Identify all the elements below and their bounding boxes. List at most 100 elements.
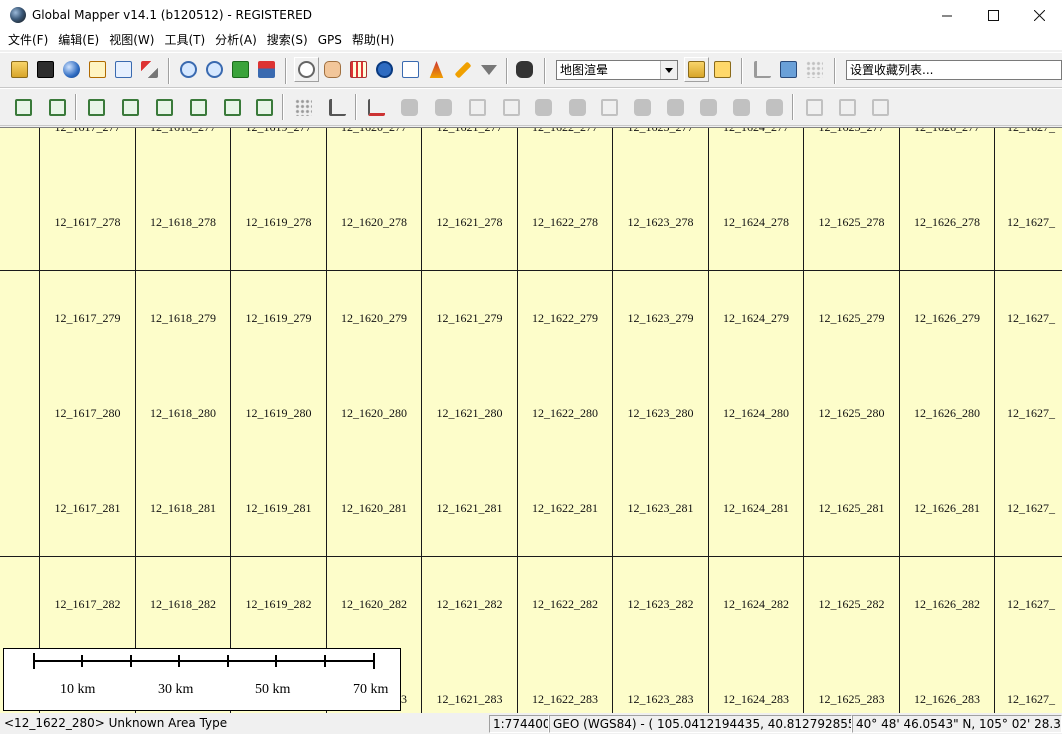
map-tile[interactable]: 12_1624_282 <box>709 557 804 653</box>
map-tile[interactable]: 12_1624_280 <box>709 366 804 462</box>
dropdown-tool-button[interactable] <box>476 57 501 82</box>
map-tile[interactable]: 12_1626_277 <box>900 128 995 176</box>
disabled-tool-9[interactable] <box>659 91 691 123</box>
menu-file[interactable]: 文件(F) <box>3 30 53 50</box>
search-button[interactable] <box>512 57 537 82</box>
map-tile[interactable]: 12_1619_282 <box>231 557 327 653</box>
map-tile[interactable]: 12_1621_277 <box>422 128 518 176</box>
create-line-button[interactable] <box>41 91 73 123</box>
map-tile[interactable]: _281 <box>0 461 40 557</box>
map-tile[interactable]: 12_1620_278 <box>327 175 422 271</box>
map-tile[interactable]: 12_1619_278 <box>231 175 327 271</box>
menu-search[interactable]: 搜索(S) <box>262 30 313 50</box>
zoom-out-button[interactable] <box>202 57 227 82</box>
view-shed-button[interactable] <box>424 57 449 82</box>
grid-button[interactable] <box>248 91 280 123</box>
map-tile[interactable]: 12_1624_281 <box>709 461 804 557</box>
map-tile[interactable]: 12_1625_278 <box>804 175 900 271</box>
create-area-button[interactable] <box>7 91 39 123</box>
map-tile[interactable]: 12_1618_282 <box>136 557 231 653</box>
map-tile[interactable]: 12_1618_278 <box>136 175 231 271</box>
map-tile[interactable]: 12_1621_283 <box>422 652 518 713</box>
map-tile[interactable]: 12_1626_279 <box>900 271 995 367</box>
map-tile[interactable]: 12_1622_281 <box>518 461 613 557</box>
disabled-tool-11[interactable] <box>725 91 757 123</box>
buffer-button[interactable] <box>216 91 248 123</box>
disabled-tool-7[interactable] <box>593 91 625 123</box>
home-view-button[interactable] <box>254 57 279 82</box>
map-tile[interactable]: _282 <box>0 557 40 653</box>
map-tile[interactable]: 12_1621_280 <box>422 366 518 462</box>
map-tile[interactable]: 12_1626_280 <box>900 366 995 462</box>
menu-gps[interactable]: GPS <box>313 30 347 50</box>
map-tile[interactable]: 12_1619_279 <box>231 271 327 367</box>
open-file-button[interactable] <box>7 57 32 82</box>
map-tile[interactable]: 12_1618_277 <box>136 128 231 176</box>
map-tile[interactable]: 12_1623_283 <box>613 652 709 713</box>
disabled-tool-8[interactable] <box>626 91 658 123</box>
gps-panel-button[interactable] <box>776 57 801 82</box>
axis-button[interactable] <box>321 91 353 123</box>
render-mode-select[interactable]: 地图渲晕 <box>556 60 678 80</box>
zoom-in-button[interactable] <box>176 57 201 82</box>
overlay-control-button[interactable] <box>85 57 110 82</box>
chevron-down-icon[interactable] <box>660 61 677 79</box>
create-point-button[interactable] <box>80 91 112 123</box>
feature-info-button[interactable] <box>372 57 397 82</box>
map-tile[interactable]: 12_1617_282 <box>40 557 136 653</box>
map-tile[interactable]: 12_1625_281 <box>804 461 900 557</box>
disabled-tool-3[interactable] <box>461 91 493 123</box>
tools-button[interactable] <box>137 57 162 82</box>
map-tile[interactable]: 12_1622_278 <box>518 175 613 271</box>
reshape-button[interactable] <box>114 91 146 123</box>
favorites-select[interactable]: 设置收藏列表... <box>846 60 1062 80</box>
map-tile[interactable]: 12_1627_ <box>995 175 1062 271</box>
map-tile[interactable]: 12_1623_282 <box>613 557 709 653</box>
map-tile[interactable]: _280 <box>0 366 40 462</box>
map-tile[interactable]: 12_1624_278 <box>709 175 804 271</box>
map-tile[interactable]: 12_1621_282 <box>422 557 518 653</box>
save-button[interactable] <box>33 57 58 82</box>
map-tile[interactable]: 12_1627_ <box>995 128 1062 176</box>
map-tile[interactable]: 12_1620_277 <box>327 128 422 176</box>
map-tile[interactable]: 12_1622_277 <box>518 128 613 176</box>
map-tile[interactable]: 12_1626_281 <box>900 461 995 557</box>
disabled-tool-1[interactable] <box>393 91 425 123</box>
map-tile[interactable]: 12_1620_281 <box>327 461 422 557</box>
map-tile[interactable]: 12_1622_282 <box>518 557 613 653</box>
map-tile[interactable]: 12_1624_277 <box>709 128 804 176</box>
map-tile[interactable]: 12_1627_ <box>995 652 1062 713</box>
map-tile[interactable]: 12_1620_282 <box>327 557 422 653</box>
map-tile[interactable]: 12_1619_281 <box>231 461 327 557</box>
disabled-tool-13[interactable] <box>798 91 830 123</box>
menu-edit[interactable]: 编辑(E) <box>53 30 104 50</box>
point-dots-button[interactable] <box>287 91 319 123</box>
map-tile[interactable]: 12_1624_279 <box>709 271 804 367</box>
gps-track-button[interactable] <box>802 57 827 82</box>
map-tile[interactable]: 12_1617_277 <box>40 128 136 176</box>
menu-view[interactable]: 视图(W) <box>104 30 159 50</box>
map-tile[interactable]: 12_1627_ <box>995 366 1062 462</box>
map-tile[interactable]: 12_1623_279 <box>613 271 709 367</box>
disabled-tool-2[interactable] <box>427 91 459 123</box>
map-tile[interactable]: 12_1618_281 <box>136 461 231 557</box>
map-tile[interactable]: 12_1617_279 <box>40 271 136 367</box>
menu-analysis[interactable]: 分析(A) <box>210 30 262 50</box>
map-tile[interactable]: 12_1625_282 <box>804 557 900 653</box>
map-tile[interactable]: 12_1627_ <box>995 271 1062 367</box>
disabled-tool-15[interactable] <box>864 91 896 123</box>
map-tile[interactable]: 12_1618_280 <box>136 366 231 462</box>
map-tile[interactable]: 12_1627_ <box>995 461 1062 557</box>
edit-vertex-button[interactable] <box>148 91 180 123</box>
disabled-tool-12[interactable] <box>758 91 790 123</box>
map-tile[interactable]: _279 <box>0 271 40 367</box>
map-tile[interactable]: 12_1622_279 <box>518 271 613 367</box>
gps-flag-button[interactable] <box>750 57 775 82</box>
map-tile[interactable]: 12_1623_281 <box>613 461 709 557</box>
map-tile[interactable]: 12_1620_280 <box>327 366 422 462</box>
maximize-button[interactable] <box>970 0 1016 30</box>
online-data-button[interactable] <box>59 57 84 82</box>
map-view[interactable]: _27712_1617_27712_1618_27712_1619_27712_… <box>0 127 1062 713</box>
disabled-tool-4[interactable] <box>495 91 527 123</box>
map-tile[interactable]: 12_1621_278 <box>422 175 518 271</box>
